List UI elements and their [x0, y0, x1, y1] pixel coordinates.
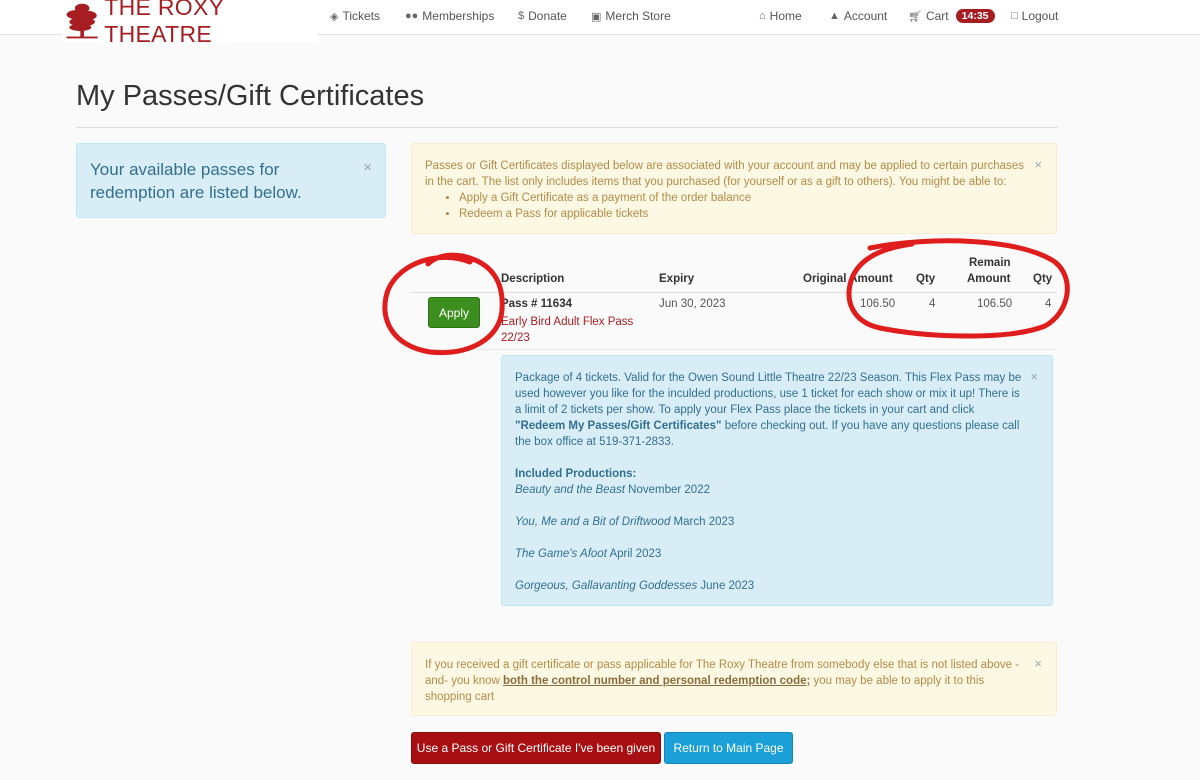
production-date: November 2022 — [628, 484, 710, 496]
nav-tickets-label: Tickets — [342, 9, 381, 23]
production-item: You, Me and a Bit of Driftwood March 202… — [515, 514, 1022, 530]
notice-list: Apply a Gift Certificate as a payment of… — [459, 190, 1036, 222]
nav-merch-store[interactable]: ▣ Merch Store — [591, 9, 671, 23]
pass-number: Pass # 11634 — [501, 298, 572, 310]
header-original-amount: Original Amount — [803, 273, 893, 285]
pass-name: Early Bird Adult Flex Pass 22/23 — [501, 316, 634, 344]
included-heading: Included Productions: — [515, 468, 637, 480]
description-text-part: Package of 4 tickets. Valid for the Owen… — [515, 372, 1022, 416]
nav-home[interactable]: ⌂ Home — [759, 9, 802, 23]
pass-qty: 4 — [929, 298, 936, 310]
production-date: June 2023 — [700, 580, 755, 592]
production-item: Beauty and the Beast November 2022 — [515, 482, 1022, 498]
passes-info-alert: Your available passes for redemption are… — [76, 143, 386, 218]
tag-icon: ◈ — [330, 10, 339, 23]
close-icon[interactable]: × — [363, 156, 372, 179]
page-title: My Passes/Gift Certificates — [76, 80, 425, 112]
nav-memberships-label: Memberships — [422, 9, 495, 23]
redeem-instruction: "Redeem My Passes/Gift Certificates" — [515, 420, 722, 432]
nav-logout[interactable]: □ Logout — [1011, 9, 1058, 23]
production-item: The Game's Afoot April 2023 — [515, 546, 1022, 562]
production-title: You, Me and a Bit of Driftwood — [515, 516, 671, 528]
dollar-icon: $ — [518, 10, 525, 22]
return-main-page-button[interactable]: Return to Main Page — [664, 732, 793, 764]
close-icon[interactable]: × — [1034, 157, 1042, 173]
header-remain-qty: Qty — [1033, 273, 1053, 285]
production-item: Gorgeous, Gallavanting Goddesses June 20… — [515, 578, 1022, 594]
brand-name: THE ROXY THEATRE — [104, 0, 224, 47]
production-title: Beauty and the Beast — [515, 484, 625, 496]
gift-certificate-notice: × If you received a gift certificate or … — [411, 642, 1057, 716]
tree-logo-icon — [66, 3, 98, 39]
close-icon[interactable]: × — [1034, 656, 1042, 672]
title-divider — [76, 127, 1058, 128]
nav-logout-label: Logout — [1021, 9, 1059, 23]
shopping-bag-icon: ▣ — [591, 10, 602, 23]
header-remain-line1: Remain — [969, 257, 1011, 269]
top-navbar: THE ROXY THEATRE ◈ Tickets ●● Membership… — [0, 0, 1200, 47]
nav-account-label: Account — [843, 9, 888, 23]
users-icon: ●● — [405, 10, 419, 22]
notice-item: Apply a Gift Certificate as a payment of… — [459, 190, 1036, 206]
user-icon: ▲ — [829, 10, 840, 22]
table-header-divider — [411, 292, 1057, 293]
notice-text: Passes or Gift Certificates displayed be… — [425, 160, 1024, 188]
production-date: April 2023 — [609, 548, 662, 560]
table-row-divider — [411, 349, 1057, 350]
passes-info-text: Your available passes for redemption are… — [90, 160, 302, 202]
passes-notice-alert: × Passes or Gift Certificates displayed … — [411, 143, 1057, 234]
header-qty: Qty — [916, 273, 936, 285]
apply-button[interactable]: Apply — [428, 297, 480, 328]
home-icon: ⌂ — [759, 10, 766, 22]
pass-description-box: × Package of 4 tickets. Valid for the Ow… — [501, 355, 1053, 606]
header-expiry: Expiry — [659, 273, 695, 285]
header-description: Description — [501, 273, 565, 285]
nav-merch-label: Merch Store — [605, 9, 671, 23]
nav-donate[interactable]: $ Donate — [518, 9, 567, 23]
cart-icon: 🛒︎ — [908, 10, 922, 23]
production-title: The Game's Afoot — [515, 548, 607, 560]
production-date: March 2023 — [673, 516, 735, 528]
use-gift-certificate-button[interactable]: Use a Pass or Gift Certificate I've been… — [411, 732, 661, 764]
nav-cart[interactable]: 🛒︎ Cart 14:35 — [908, 9, 995, 23]
lock-icon: □ — [1011, 10, 1018, 22]
brand-logo[interactable]: THE ROXY THEATRE — [62, 0, 318, 47]
nav-donate-label: Donate — [528, 9, 567, 23]
close-icon[interactable]: × — [1030, 369, 1038, 385]
annotation-circle-amounts — [846, 238, 1070, 339]
pass-remain-amount: 106.50 — [977, 298, 1013, 310]
pass-remain-qty: 4 — [1045, 298, 1052, 310]
nav-tickets[interactable]: ◈ Tickets — [330, 9, 380, 23]
pass-expiry: Jun 30, 2023 — [659, 298, 726, 310]
notice-item: Redeem a Pass for applicable tickets — [459, 206, 1036, 222]
pass-description-text: Package of 4 tickets. Valid for the Owen… — [515, 370, 1022, 450]
nav-home-label: Home — [769, 9, 802, 23]
redemption-code-link[interactable]: both the control number and personal red… — [503, 675, 810, 687]
production-title: Gorgeous, Gallavanting Goddesses — [515, 580, 698, 592]
pass-original-amount: 106.50 — [860, 298, 896, 310]
header-remain-line2: Amount — [967, 273, 1011, 285]
nav-memberships[interactable]: ●● Memberships — [405, 9, 494, 23]
nav-cart-label: Cart — [925, 9, 949, 23]
nav-account[interactable]: ▲ Account — [829, 9, 887, 23]
cart-timer-badge: 14:35 — [955, 9, 995, 23]
